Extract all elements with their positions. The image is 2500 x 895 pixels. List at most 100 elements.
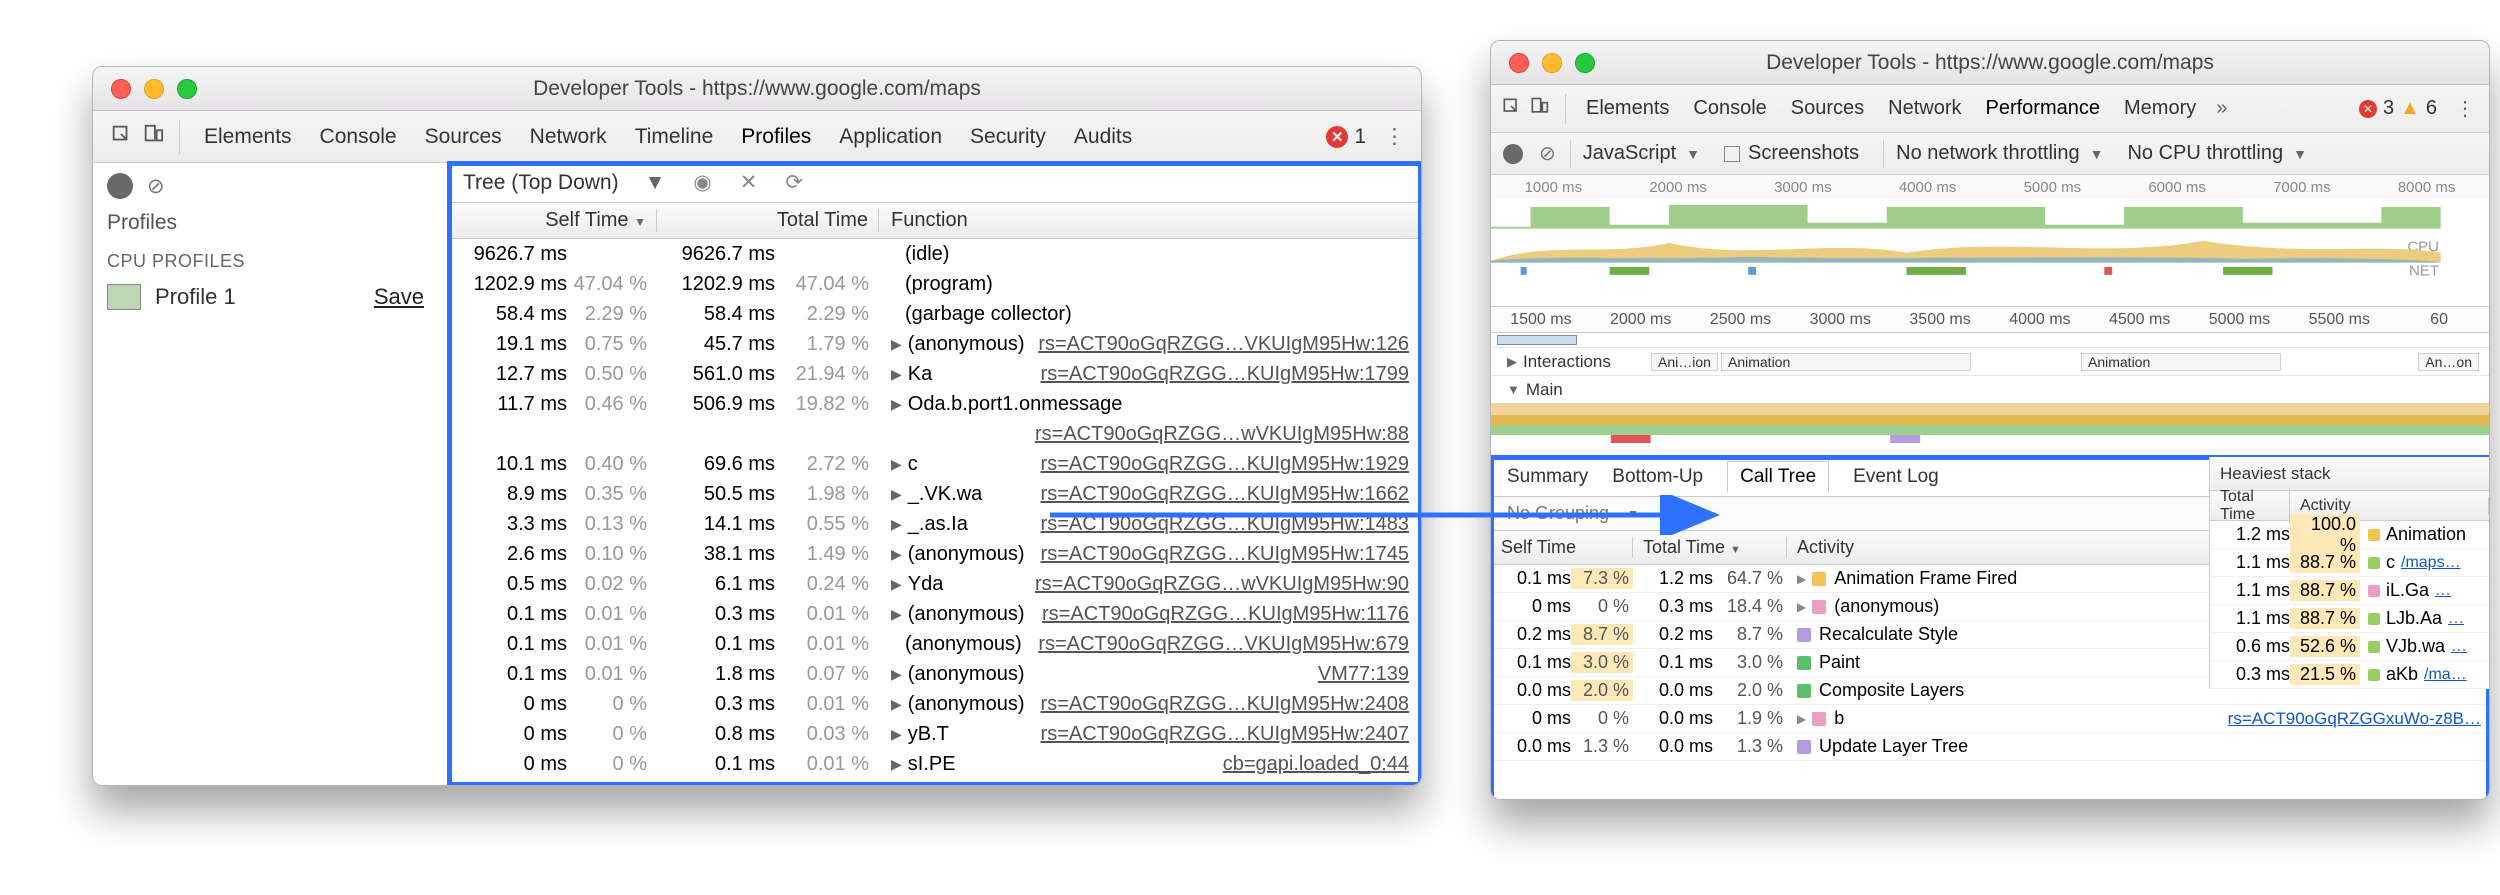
more-icon[interactable]: ⋮ — [1384, 124, 1405, 149]
tab-audits[interactable]: Audits — [1074, 125, 1132, 149]
profiles-sidebar: ⊘ Profiles CPU PROFILES Profile 1 Save — [93, 163, 449, 785]
main-track[interactable]: ▼Main — [1491, 375, 2489, 403]
more-tabs-icon[interactable]: » — [2216, 97, 2227, 120]
cpu-profiles-section: CPU PROFILES — [107, 251, 434, 272]
inspect-icon[interactable] — [105, 123, 137, 151]
close-icon[interactable] — [111, 79, 131, 99]
table-row[interactable]: 0.1 ms0.01 %1.8 ms0.07 %▶(anonymous)VM77… — [449, 659, 1421, 689]
table-row[interactable]: 1.1 ms88.7 %iL.Ga… — [2210, 577, 2489, 605]
tab-network[interactable]: Network — [530, 125, 607, 149]
device-toggle-icon[interactable] — [1529, 96, 1557, 122]
table-row[interactable]: 19.1 ms0.75 %45.7 ms1.79 %▶(anonymous)rs… — [449, 329, 1421, 359]
focus-icon[interactable]: ◉ — [693, 170, 711, 195]
titlebar[interactable]: Developer Tools - https://www.google.com… — [1491, 41, 2489, 85]
table-row[interactable]: 1202.9 ms47.04 %1202.9 ms47.04 %(program… — [449, 269, 1421, 299]
table-row[interactable]: 8.9 ms0.35 %50.5 ms1.98 %▶_.VK.wars=ACT9… — [449, 479, 1421, 509]
net-lane: NET — [1491, 263, 2441, 279]
titlebar[interactable]: Developer Tools - https://www.google.com… — [93, 67, 1421, 111]
tab-elements[interactable]: Elements — [204, 125, 292, 149]
table-header[interactable]: Self Time ▼ Total Time Function — [449, 203, 1421, 239]
error-badge[interactable]: ✕1 — [1326, 125, 1366, 149]
view-dropdown[interactable]: Tree (Top Down)▼ — [463, 171, 665, 195]
panel-tabs: Elements Console Sources Network Perform… — [1491, 85, 2489, 133]
tab-sources[interactable]: Sources — [1791, 97, 1864, 120]
table-row[interactable]: 0.0 ms1.3 %0.0 ms1.3 %Update Layer Tree — [1491, 733, 2489, 761]
tab-bottomup[interactable]: Bottom-Up — [1612, 466, 1703, 488]
profiles-heading: Profiles — [107, 211, 434, 235]
time-ruler: 1000 ms2000 ms3000 ms4000 ms5000 ms6000 … — [1491, 175, 2489, 199]
detail-ruler: 1500 ms2000 ms2500 ms3000 ms3500 ms4000 … — [1491, 307, 2489, 333]
table-row[interactable]: 3.3 ms0.13 %14.1 ms0.55 %▶_.as.Iars=ACT9… — [449, 509, 1421, 539]
table-row[interactable]: 1.1 ms88.7 %LJb.Aa… — [2210, 605, 2489, 633]
fps-lane: FPS — [1491, 199, 2441, 231]
save-link[interactable]: Save — [374, 284, 424, 310]
table-row[interactable]: 1.2 ms100.0 %Animation — [2210, 521, 2489, 549]
clear-icon[interactable]: ⊘ — [147, 174, 165, 199]
table-row[interactable]: 0 ms0 %0.3 ms0.01 %▶(anonymous)rs=ACT90o… — [449, 689, 1421, 719]
devtools-window-performance: Developer Tools - https://www.google.com… — [1490, 40, 2490, 800]
zoom-icon[interactable] — [177, 79, 197, 99]
flame-chart[interactable] — [1491, 403, 2489, 457]
warning-badge[interactable]: ▲ — [2400, 97, 2420, 120]
profile-item[interactable]: Profile 1 Save — [107, 284, 434, 310]
profile-toolbar: Tree (Top Down)▼ ◉ ✕ ⟳ — [449, 163, 1421, 203]
table-row[interactable]: 0.5 ms0.02 %6.1 ms0.24 %▶Ydars=ACT90oGqR… — [449, 569, 1421, 599]
interactions-track[interactable]: ▶Interactions Ani…ion Animation Animatio… — [1491, 347, 2489, 375]
table-row[interactable]: 0.1 ms0.01 %0.1 ms0.01 %(anonymous)rs=AC… — [449, 629, 1421, 659]
profile-table-area: Tree (Top Down)▼ ◉ ✕ ⟳ Self Time ▼ Total… — [449, 163, 1421, 785]
window-title: Developer Tools - https://www.google.com… — [1766, 51, 2214, 75]
tab-elements[interactable]: Elements — [1586, 97, 1669, 120]
tab-console[interactable]: Console — [320, 125, 397, 149]
close-icon[interactable] — [1509, 53, 1529, 73]
table-row[interactable]: 0.1 ms0.01 %0.3 ms0.01 %▶(anonymous)rs=A… — [449, 599, 1421, 629]
table-row[interactable]: 0 ms0 %0.1 ms0.01 %▶sI.PEcb=gapi.loaded_… — [449, 749, 1421, 779]
record-icon[interactable] — [107, 173, 133, 199]
minimize-icon[interactable] — [1542, 53, 1562, 73]
tab-sources[interactable]: Sources — [425, 125, 502, 149]
tab-calltree[interactable]: Call Tree — [1727, 461, 1829, 493]
tab-eventlog[interactable]: Event Log — [1853, 466, 1939, 488]
cpu-throttling-dropdown[interactable]: No CPU throttling▼ — [2127, 142, 2306, 165]
table-row[interactable]: 0 ms0 %0.0 ms1.9 %▶brs=ACT90oGqRZGGxuWo-… — [1491, 705, 2489, 733]
device-toggle-icon[interactable] — [137, 123, 169, 151]
tab-memory[interactable]: Memory — [2124, 97, 2196, 120]
error-badge[interactable]: ✕ — [2359, 100, 2377, 118]
table-row[interactable]: 10.1 ms0.40 %69.6 ms2.72 %▶crs=ACT90oGqR… — [449, 449, 1421, 479]
tab-timeline[interactable]: Timeline — [635, 125, 714, 149]
tab-performance[interactable]: Performance — [1986, 97, 2101, 120]
record-icon[interactable] — [1503, 144, 1523, 164]
table-row[interactable]: 9626.7 ms9626.7 ms(idle) — [449, 239, 1421, 269]
table-row[interactable]: 0.6 ms52.6 %VJb.wa… — [2210, 633, 2489, 661]
panel-tabs: Elements Console Sources Network Timelin… — [93, 111, 1421, 163]
table-row[interactable]: 1.1 ms88.7 %c/maps… — [2210, 549, 2489, 577]
js-dropdown[interactable]: JavaScript▼ — [1583, 142, 1700, 165]
tab-security[interactable]: Security — [970, 125, 1046, 149]
zoom-icon[interactable] — [1575, 53, 1595, 73]
minimize-icon[interactable] — [144, 79, 164, 99]
refresh-icon[interactable]: ⟳ — [785, 170, 803, 195]
clear-icon[interactable]: ⊘ — [1539, 141, 1556, 166]
window-title: Developer Tools - https://www.google.com… — [533, 77, 981, 101]
profile-chart-icon — [107, 284, 141, 310]
overview[interactable]: 1000 ms2000 ms3000 ms4000 ms5000 ms6000 … — [1491, 175, 2489, 307]
inspect-icon[interactable] — [1501, 96, 1529, 122]
close-icon[interactable]: ✕ — [740, 170, 758, 195]
tab-console[interactable]: Console — [1693, 97, 1766, 120]
network-throttling-dropdown[interactable]: No network throttling▼ — [1896, 142, 2103, 165]
tab-application[interactable]: Application — [839, 125, 942, 149]
table-row[interactable]: 12.7 ms0.50 %561.0 ms21.94 %▶Kars=ACT90o… — [449, 359, 1421, 389]
profile-rows: 9626.7 ms9626.7 ms(idle)1202.9 ms47.04 %… — [449, 239, 1421, 779]
cpu-lane: CPU — [1491, 231, 2441, 263]
table-row[interactable]: 11.7 ms0.46 %506.9 ms19.82 %▶Oda.b.port1… — [449, 389, 1421, 419]
tab-network[interactable]: Network — [1888, 97, 1961, 120]
table-row[interactable]: 2.6 ms0.10 %38.1 ms1.49 %▶(anonymous)rs=… — [449, 539, 1421, 569]
tab-summary[interactable]: Summary — [1507, 466, 1588, 488]
selection-bar[interactable] — [1491, 333, 2489, 347]
table-row[interactable]: 0.3 ms21.5 %aKb/ma… — [2210, 661, 2489, 689]
table-row[interactable]: 58.4 ms2.29 %58.4 ms2.29 %(garbage colle… — [449, 299, 1421, 329]
table-row[interactable]: 0 ms0 %0.8 ms0.03 %▶yB.Trs=ACT90oGqRZGG…… — [449, 719, 1421, 749]
more-icon[interactable]: ⋮ — [2455, 96, 2475, 121]
tab-profiles[interactable]: Profiles — [741, 125, 811, 149]
table-row[interactable]: rs=ACT90oGqRZGG…wVKUIgM95Hw:88 — [449, 419, 1421, 449]
screenshots-checkbox[interactable]: Screenshots — [1724, 142, 1859, 165]
